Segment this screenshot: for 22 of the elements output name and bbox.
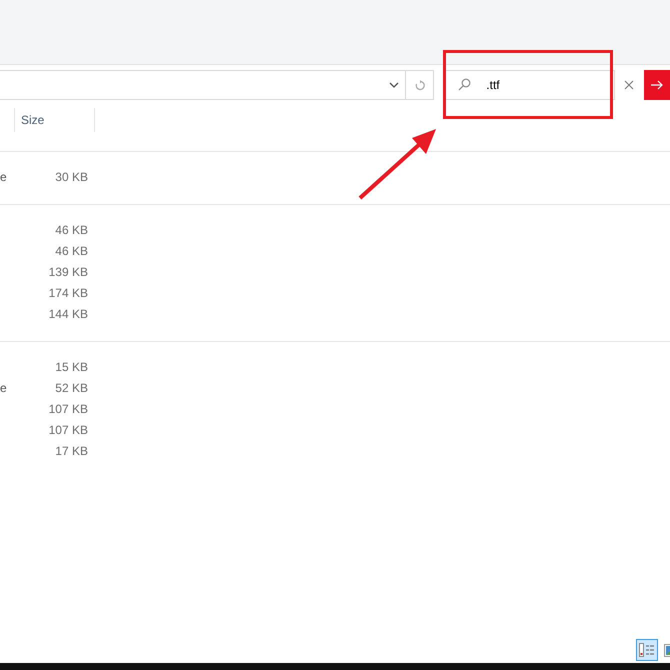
size-cell-text: 46 KB <box>54 222 88 236</box>
column-header[interactable]: Size <box>15 108 95 132</box>
size-cell-text: 107 KB <box>48 402 88 416</box>
size-cell-text: 46 KB <box>54 244 88 258</box>
search-field[interactable]: .ttf <box>445 70 616 100</box>
refresh-icon[interactable] <box>414 80 425 90</box>
search-go-button[interactable] <box>644 70 670 100</box>
details-view-icon <box>639 643 655 657</box>
chevron-down-icon[interactable] <box>388 82 399 88</box>
table-cell-text: e <box>0 380 8 394</box>
size-cell-text: 17 KB <box>54 444 88 458</box>
size-cell-text: 139 KB <box>48 264 88 278</box>
size-cell-text: 15 KB <box>54 360 88 374</box>
arrow-right-icon <box>650 80 663 90</box>
size-cell-text: 144 KB <box>48 306 88 320</box>
close-icon[interactable] <box>624 80 634 90</box>
size-cell-text: 174 KB <box>48 286 88 300</box>
size-cell-text: 52 KB <box>54 380 88 394</box>
size-cell-text: 30 KB <box>54 170 88 184</box>
size-cell-text: 107 KB <box>48 422 88 436</box>
table-cell-text: e <box>0 170 8 184</box>
view-button[interactable] <box>636 639 658 661</box>
